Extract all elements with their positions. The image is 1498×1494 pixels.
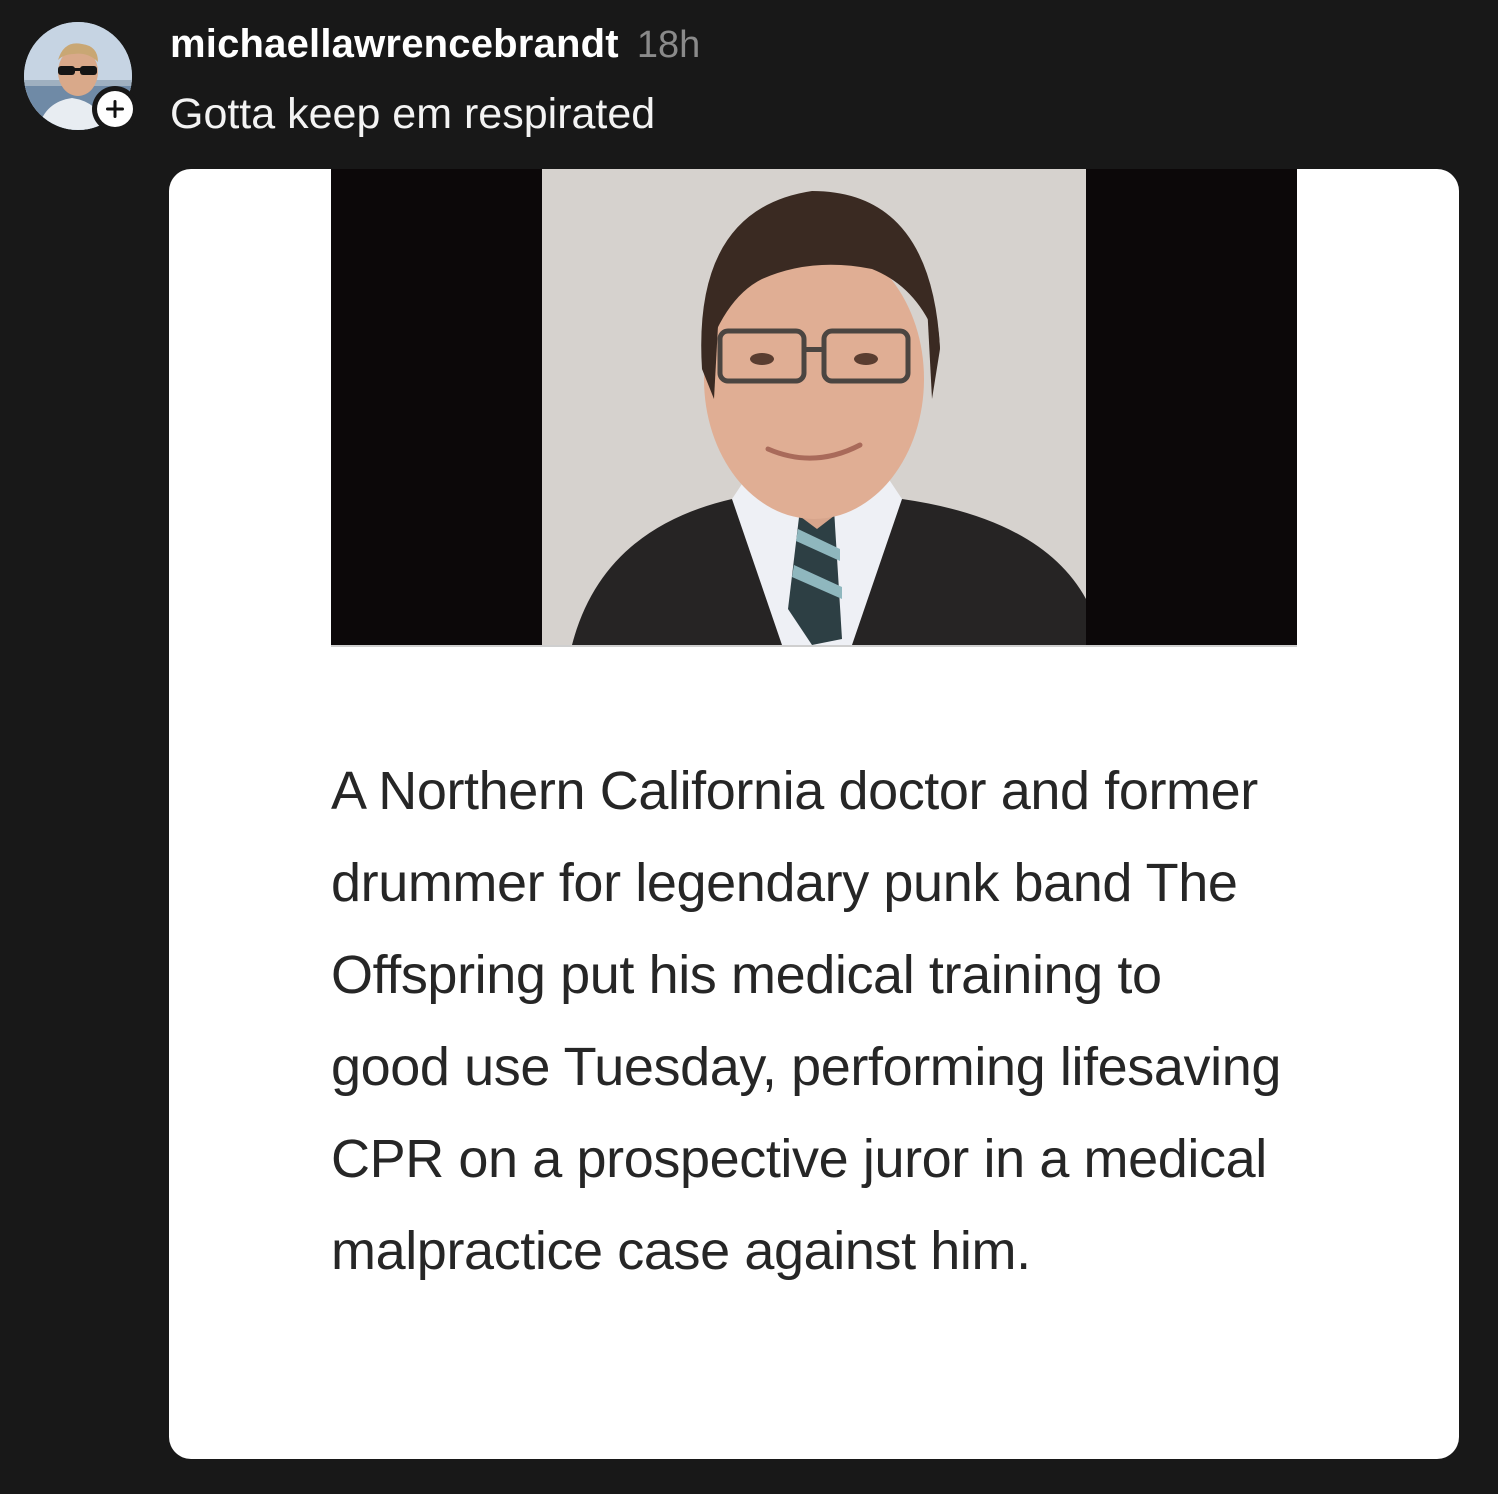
post-caption: Gotta keep em respirated: [170, 90, 656, 138]
follow-button[interactable]: [92, 86, 138, 132]
post-media-image[interactable]: A Northern California doctor and former …: [169, 169, 1459, 1459]
post-header: michaellawrencebrandt 18h: [170, 22, 700, 68]
username-link[interactable]: michaellawrencebrandt: [170, 22, 619, 67]
article-photo: [331, 169, 1297, 647]
portrait-illustration: [542, 169, 1086, 645]
plus-icon: [97, 91, 133, 127]
post-timestamp: 18h: [636, 24, 701, 66]
article-text: A Northern California doctor and former …: [331, 761, 1281, 1281]
thread-post: michaellawrencebrandt 18h Gotta keep em …: [0, 0, 1498, 1494]
avatar-container[interactable]: [24, 22, 138, 132]
